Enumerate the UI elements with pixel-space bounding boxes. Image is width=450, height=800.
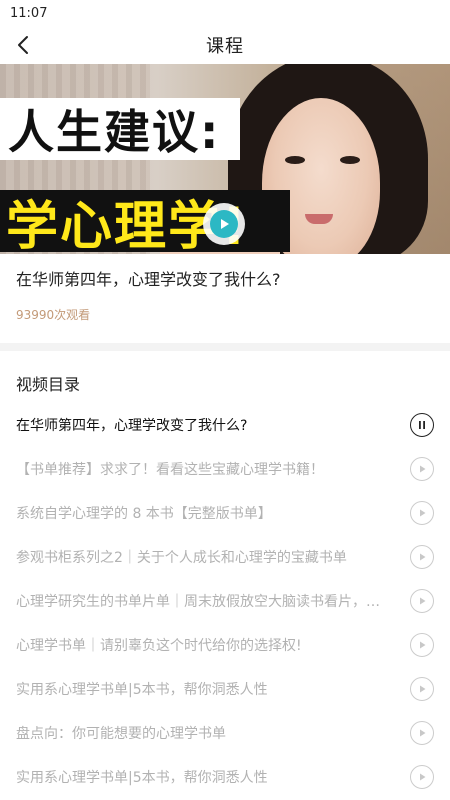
page-title: 课程: [206, 36, 244, 57]
catalog-list: 在华师第四年，心理学改变了我什么? 【书单推荐】求求了！看看这些宝藏心理学书籍！…: [0, 403, 450, 799]
list-item-label: 实用系心理学书单|5本书，帮你洞悉人性: [16, 770, 268, 786]
play-icon[interactable]: [410, 457, 434, 481]
section-divider: [0, 343, 450, 351]
play-icon[interactable]: [410, 501, 434, 525]
course-title: 在华师第四年，心理学改变了我什么?: [16, 270, 281, 289]
list-item-label: 在华师第四年，心理学改变了我什么?: [16, 418, 248, 434]
video-play-button[interactable]: [203, 203, 245, 245]
list-item[interactable]: 实用系心理学书单|5本书，帮你洞悉人性: [0, 667, 450, 711]
title-bar: 课程: [0, 26, 450, 64]
play-icon[interactable]: [410, 545, 434, 569]
list-item-label: 【书单推荐】求求了！看看这些宝藏心理学书籍！: [16, 462, 324, 478]
list-item[interactable]: 系统自学心理学的 8 本书【完整版书单】: [0, 491, 450, 535]
status-bar: 11:07: [0, 0, 450, 26]
play-icon[interactable]: [410, 765, 434, 789]
list-item[interactable]: 实用系心理学书单|5本书，帮你洞悉人性: [0, 755, 450, 799]
video-banner-top: 人生建议:: [0, 98, 240, 160]
list-item-label: 盘点向：你可能想要的心理学书单: [16, 726, 226, 742]
list-item-label: 系统自学心理学的 8 本书【完整版书单】: [16, 506, 272, 522]
list-item-label: 心理学研究生的书单片单｜周末放假放空大脑读书看片，一起: [16, 594, 391, 610]
list-item-label: 心理学书单｜请别辜负这个时代给你的选择权!: [16, 638, 302, 654]
play-icon[interactable]: [410, 633, 434, 657]
list-item[interactable]: 心理学书单｜请别辜负这个时代给你的选择权!: [0, 623, 450, 667]
video-person-eye: [285, 156, 305, 164]
play-icon[interactable]: [410, 721, 434, 745]
view-count: 93990次观看: [16, 308, 91, 322]
play-icon[interactable]: [410, 589, 434, 613]
list-item[interactable]: 盘点向：你可能想要的心理学书单: [0, 711, 450, 755]
back-button[interactable]: [8, 30, 38, 60]
list-item-label: 参观书柜系列之2｜关于个人成长和心理学的宝藏书单: [16, 550, 347, 566]
video-player[interactable]: 人生建议: 学心理学!: [0, 64, 450, 254]
play-icon: [210, 210, 238, 238]
list-item[interactable]: 心理学研究生的书单片单｜周末放假放空大脑读书看片，一起: [0, 579, 450, 623]
list-item[interactable]: 参观书柜系列之2｜关于个人成长和心理学的宝藏书单: [0, 535, 450, 579]
video-person-eye: [340, 156, 360, 164]
play-icon[interactable]: [410, 677, 434, 701]
chevron-left-icon: [18, 36, 28, 54]
status-time: 11:07: [10, 5, 48, 21]
list-item[interactable]: 在华师第四年，心理学改变了我什么?: [0, 403, 450, 447]
pause-icon[interactable]: [410, 413, 434, 437]
video-banner-bottom: 学心理学!: [0, 190, 290, 254]
list-item[interactable]: 【书单推荐】求求了！看看这些宝藏心理学书籍！: [0, 447, 450, 491]
catalog-heading: 视频目录: [16, 375, 81, 394]
list-item-label: 实用系心理学书单|5本书，帮你洞悉人性: [16, 682, 268, 698]
